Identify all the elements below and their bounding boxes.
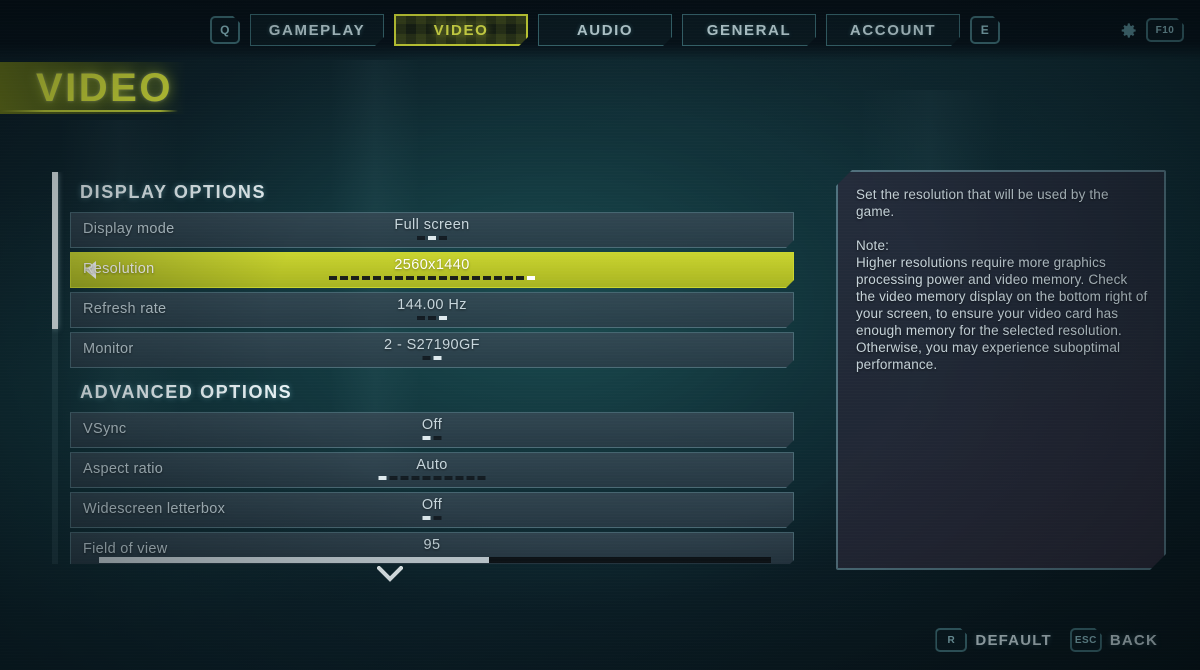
setting-label-resolution: Resolution <box>83 261 155 277</box>
setting-value-vsync: Off <box>421 417 443 433</box>
option-dots-aspect-ratio <box>379 476 486 480</box>
hint-back[interactable]: ESC BACK <box>1070 628 1158 652</box>
setting-label-widescreen-letterbox: Widescreen letterbox <box>83 501 226 517</box>
option-dots-display-mode <box>417 236 447 240</box>
tab-audio[interactable]: AUDIO <box>538 14 672 46</box>
tab-video[interactable]: VIDEO <box>394 14 528 46</box>
setting-value-refresh-rate: 144.00 Hz <box>397 297 467 313</box>
back-hint-label: BACK <box>1109 631 1158 649</box>
setting-value-widescreen-letterbox: Off <box>421 497 443 513</box>
setting-value-monitor: 2 - S27190GF <box>384 337 480 353</box>
setting-value-display-mode: Full screen <box>394 217 470 233</box>
description-note-heading: Note: <box>856 238 890 253</box>
tab-general-label: GENERAL <box>706 21 792 39</box>
tab-gameplay[interactable]: GAMEPLAY <box>250 14 384 46</box>
tab-audio-label: AUDIO <box>576 21 634 39</box>
settings-screen: Q GAMEPLAY VIDEO AUDIO GENERAL ACCOUNT E <box>0 0 1200 670</box>
list-scrollbar-thumb[interactable] <box>52 172 58 329</box>
tab-strip: Q GAMEPLAY VIDEO AUDIO GENERAL ACCOUNT E <box>210 14 1000 46</box>
prev-tab-key-badge[interactable]: Q <box>210 16 240 44</box>
group-title-display-options: DISPLAY OPTIONS <box>80 182 267 202</box>
description-paragraph-1: Set the resolution that will be used by … <box>856 187 1109 219</box>
tab-account-label: ACCOUNT <box>849 21 937 39</box>
default-key-badge: R <box>935 628 967 652</box>
list-scrollbar[interactable] <box>52 172 58 564</box>
back-key-badge: ESC <box>1070 628 1102 652</box>
description-content: Set the resolution that will be used by … <box>856 186 1148 373</box>
tab-video-label: VIDEO <box>433 21 489 39</box>
setting-row-field-of-view[interactable]: Field of view 95 <box>70 532 794 564</box>
option-dots-monitor <box>423 356 442 360</box>
setting-row-monitor[interactable]: Monitor 2 - S27190GF <box>70 332 794 368</box>
tab-gameplay-label: GAMEPLAY <box>268 21 366 39</box>
hint-default[interactable]: R DEFAULT <box>935 628 1051 652</box>
settings-list: DISPLAY OPTIONS Display mode Full screen… <box>52 172 797 564</box>
description-paragraph-3: Higher resolutions require more graphics… <box>856 255 1148 372</box>
tab-general[interactable]: GENERAL <box>682 14 816 46</box>
option-dots-widescreen-letterbox <box>423 516 442 520</box>
slider-fill-field-of-view <box>99 557 489 563</box>
setting-row-refresh-rate[interactable]: Refresh rate 144.00 Hz <box>70 292 794 328</box>
option-dots-resolution <box>329 276 535 280</box>
setting-label-field-of-view: Field of view <box>83 541 168 557</box>
setting-label-display-mode: Display mode <box>83 221 175 237</box>
setting-row-widescreen-letterbox[interactable]: Widescreen letterbox Off <box>70 492 794 528</box>
setting-label-aspect-ratio: Aspect ratio <box>83 461 164 477</box>
page-title: VIDEO <box>36 66 173 110</box>
setting-label-vsync: VSync <box>83 421 127 437</box>
option-dots-refresh-rate <box>417 316 447 320</box>
top-right-controls: F10 <box>1119 18 1184 42</box>
slider-field-of-view[interactable] <box>99 557 771 563</box>
setting-row-vsync[interactable]: VSync Off <box>70 412 794 448</box>
next-tab-key-label: E <box>980 23 990 37</box>
gear-icon[interactable] <box>1119 21 1138 40</box>
option-dots-vsync <box>423 436 442 440</box>
page-title-banner: VIDEO <box>0 62 186 114</box>
settings-key-label: F10 <box>1155 24 1175 36</box>
scroll-down-chevron-icon[interactable] <box>376 565 404 582</box>
next-tab-key-badge[interactable]: E <box>970 16 1000 44</box>
prev-tab-key-label: Q <box>220 23 230 37</box>
setting-row-resolution[interactable]: Resolution 2560x1440 <box>70 252 794 288</box>
setting-value-aspect-ratio: Auto <box>416 457 448 473</box>
setting-label-monitor: Monitor <box>83 341 134 357</box>
tab-account[interactable]: ACCOUNT <box>826 14 960 46</box>
setting-row-display-mode[interactable]: Display mode Full screen <box>70 212 794 248</box>
setting-value-field-of-view: 95 <box>423 537 441 553</box>
setting-value-resolution: 2560x1440 <box>394 257 470 273</box>
default-hint-label: DEFAULT <box>975 631 1052 649</box>
settings-key-badge[interactable]: F10 <box>1146 18 1184 42</box>
group-title-advanced-options: ADVANCED OPTIONS <box>80 382 293 402</box>
footer-hints: R DEFAULT ESC BACK <box>935 628 1158 652</box>
back-key-label: ESC <box>1074 634 1097 646</box>
description-panel: Set the resolution that will be used by … <box>836 170 1166 570</box>
top-bar: Q GAMEPLAY VIDEO AUDIO GENERAL ACCOUNT E <box>0 0 1200 60</box>
default-key-label: R <box>947 634 956 646</box>
setting-label-refresh-rate: Refresh rate <box>83 301 167 317</box>
setting-row-aspect-ratio[interactable]: Aspect ratio Auto <box>70 452 794 488</box>
